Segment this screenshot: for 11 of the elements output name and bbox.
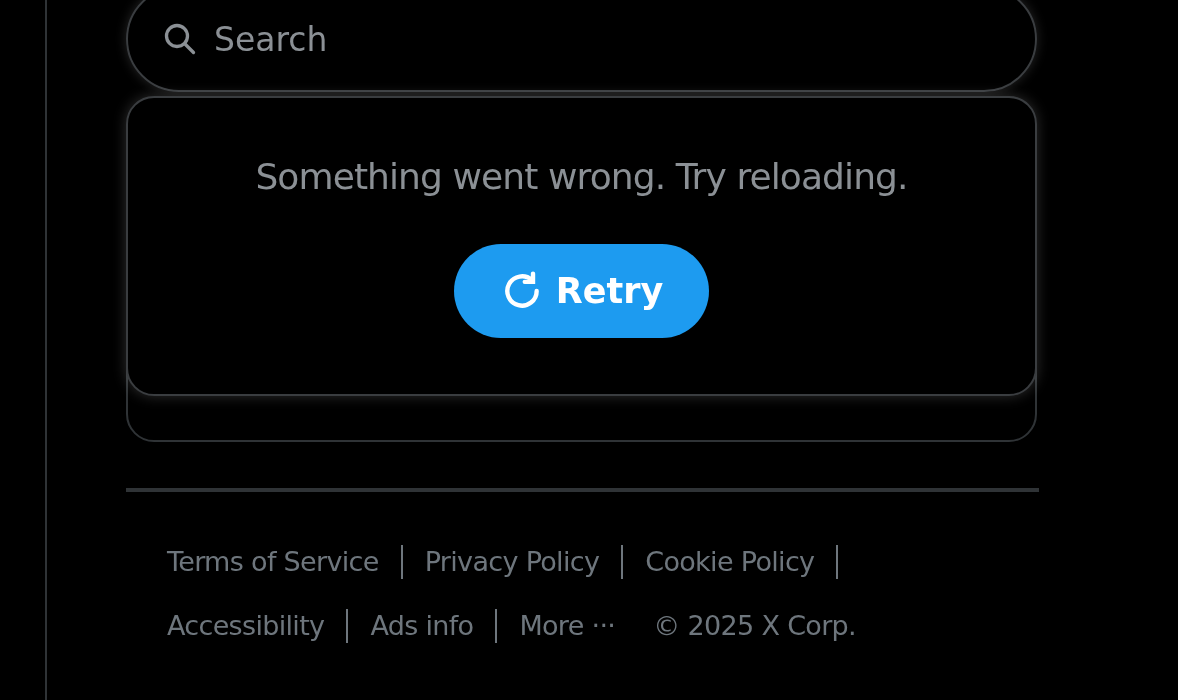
footer-link[interactable]: More ··· [519, 605, 616, 647]
footer-link[interactable]: Privacy Policy [424, 541, 600, 583]
error-message: Something went wrong. Try reloading. [255, 155, 908, 199]
footer-link[interactable]: Ads info [370, 605, 474, 647]
footer-link[interactable]: Cookie Policy [645, 541, 815, 583]
footer-link[interactable]: © 2025 X Corp. [653, 605, 856, 647]
search-field[interactable]: Search [126, 0, 1037, 92]
footer-link[interactable]: Terms of Service [167, 541, 379, 583]
footer-link[interactable]: Accessibility [167, 605, 325, 647]
retry-button[interactable]: Retry [453, 244, 710, 338]
search-icon [162, 21, 198, 57]
